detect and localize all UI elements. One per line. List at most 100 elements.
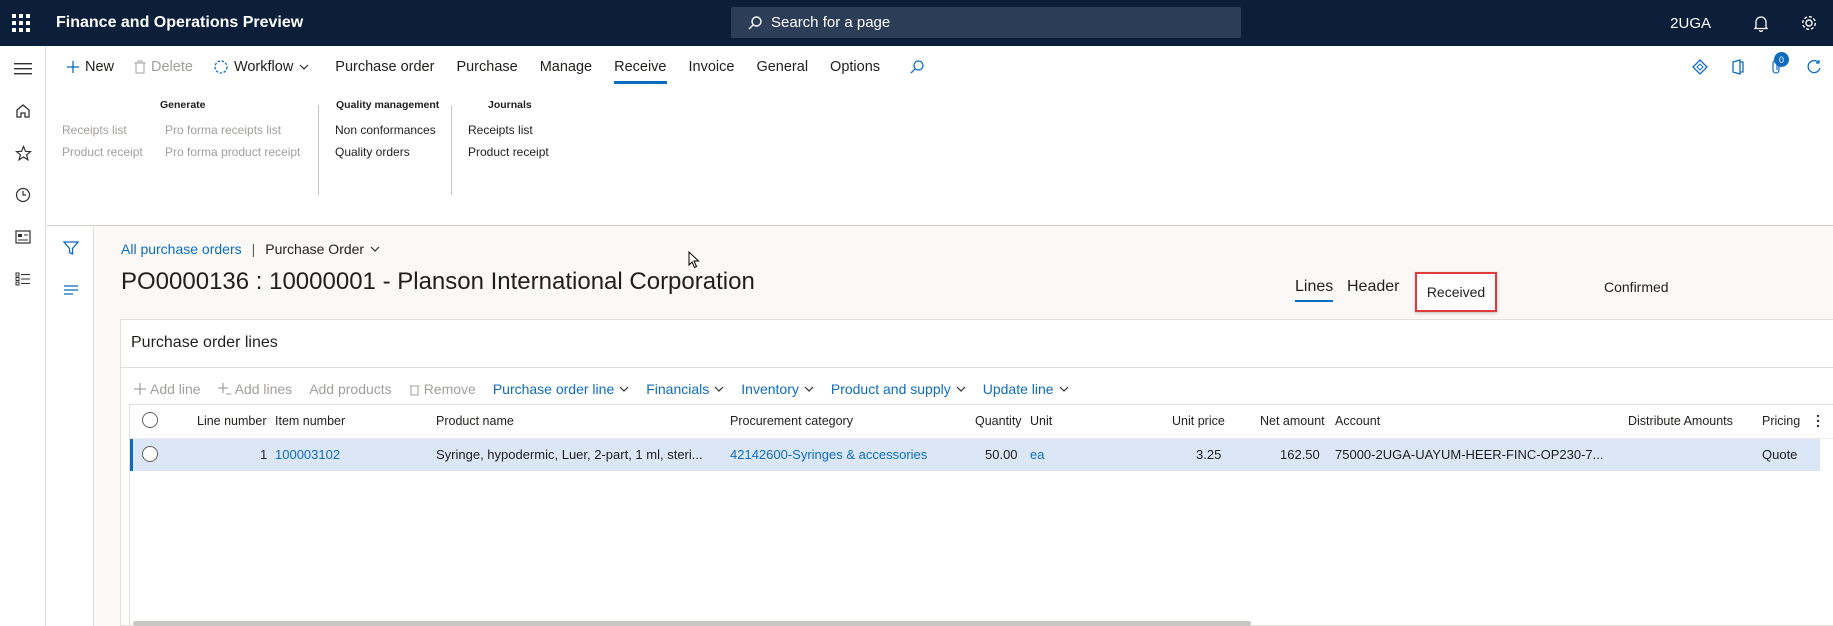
generate-receipts-list[interactable]: Receipts list [62,123,127,137]
add-line-button[interactable]: Add line [134,381,201,397]
workspaces-icon[interactable] [0,216,46,258]
cell-item-number[interactable]: 100003102 [275,447,340,462]
col-product-name[interactable]: Product name [436,414,514,428]
table-row[interactable]: 1 100003102 Syringe, hypodermic, Luer, 2… [130,439,1820,471]
inventory-menu[interactable]: Inventory [741,381,814,397]
tab-manage[interactable]: Manage [529,46,603,88]
grid-action-bar: Add line Add lines Add products Remove P… [121,372,1086,406]
tab-options[interactable]: Options [819,46,891,88]
horizontal-scrollbar[interactable] [133,621,1251,626]
attachments-count-badge: 0 [1774,52,1789,67]
tab-purchase-order[interactable]: Purchase order [324,46,445,88]
app-title[interactable]: Finance and Operations Preview [56,14,303,32]
new-label: New [85,59,115,75]
cell-net-amount: 162.50 [1280,447,1320,462]
breadcrumb-separator: | [251,241,256,257]
action-search-icon[interactable] [899,46,940,88]
add-lines-label: Add lines [234,381,293,397]
col-net-amount[interactable]: Net amount [1260,414,1325,428]
quality-orders[interactable]: Quality orders [335,145,410,159]
col-account[interactable]: Account [1335,414,1380,428]
chevron-down-icon [1059,386,1068,392]
financials-label: Financials [646,381,710,397]
cell-product-name: Syringe, hypodermic, Luer, 2-part, 1 ml,… [436,447,703,462]
diamond-icon[interactable] [1681,46,1719,88]
generate-pro-forma-receipts-list[interactable]: Pro forma receipts list [165,123,281,137]
breadcrumb-purchase-order-dropdown[interactable]: Purchase Order [265,241,380,257]
add-products-label: Add products [309,381,392,397]
purchase-order-line-label: Purchase order line [492,381,615,397]
tab-general[interactable]: General [745,46,819,88]
generate-pro-forma-product-receipt[interactable]: Pro forma product receipt [165,145,300,159]
col-unit[interactable]: Unit [1030,414,1052,428]
section-title[interactable]: Purchase order lines [131,334,278,352]
list-lines-icon[interactable] [47,269,94,311]
remove-button[interactable]: Remove [409,381,476,397]
workflow-icon [214,60,228,74]
more-options-icon[interactable] [1816,414,1820,431]
purchase-order-line-menu[interactable]: Purchase order line [493,381,629,397]
select-all-radio[interactable] [142,412,158,428]
cell-procurement-category[interactable]: 42142600-Syringes & accessories [730,447,927,462]
update-line-menu[interactable]: Update line [983,381,1069,397]
row-select-radio[interactable] [142,446,158,462]
page-title: PO0000136 : 10000001 - Planson Internati… [121,268,755,295]
col-line-number[interactable]: Line number [197,414,267,428]
modules-list-icon[interactable] [0,258,46,300]
quality-non-conformances[interactable]: Non conformances [335,123,436,137]
financials-menu[interactable]: Financials [646,381,724,397]
refresh-icon[interactable] [1795,46,1833,88]
filter-icon[interactable] [47,227,94,269]
view-tab-header[interactable]: Header [1347,278,1399,296]
workflow-label: Workflow [233,59,294,75]
product-and-supply-label: Product and supply [830,381,951,397]
delete-button[interactable]: Delete [124,46,203,88]
breadcrumb: All purchase orders | Purchase Order [121,241,380,257]
group-title-generate: Generate [160,99,206,111]
col-unit-price[interactable]: Unit price [1172,414,1225,428]
col-item-number[interactable]: Item number [275,414,345,428]
chevron-down-icon [956,386,966,392]
gear-icon[interactable] [1785,0,1833,46]
col-pricing[interactable]: Pricing [1762,414,1800,428]
office-icon[interactable] [1719,46,1757,88]
search-icon [748,15,762,29]
home-icon[interactable] [0,90,46,132]
col-procurement-category[interactable]: Procurement category [730,414,853,428]
add-lines-icon [217,382,231,394]
attachments-icon[interactable]: 0 [1757,46,1795,88]
breadcrumb-current-label: Purchase Order [265,241,365,257]
cell-unit[interactable]: ea [1030,447,1044,462]
chevron-down-icon [299,64,309,70]
chevron-down-icon [804,386,814,392]
app-launcher-icon[interactable] [0,0,42,46]
chevron-down-icon [714,386,724,392]
view-tab-lines[interactable]: Lines [1295,278,1334,302]
journals-product-receipt[interactable]: Product receipt [468,145,549,159]
add-products-button[interactable]: Add products [309,381,392,397]
tab-receive[interactable]: Receive [603,46,677,88]
add-lines-button[interactable]: Add lines [217,381,293,397]
mouse-cursor-icon [688,250,700,272]
bell-icon[interactable] [1737,0,1785,46]
tab-invoice[interactable]: Invoice [678,46,746,88]
recent-clock-icon[interactable] [0,174,46,216]
new-button[interactable]: New [56,46,124,88]
cell-quantity: 50.00 [985,447,1018,462]
col-quantity[interactable]: Quantity [975,414,1022,428]
navigation-rail [0,46,46,626]
tab-purchase[interactable]: Purchase [445,46,528,88]
breadcrumb-all-purchase-orders[interactable]: All purchase orders [121,241,242,257]
generate-product-receipt[interactable]: Product receipt [62,145,143,159]
journals-receipts-list[interactable]: Receipts list [468,123,533,137]
product-and-supply-menu[interactable]: Product and supply [831,381,966,397]
favorites-star-icon[interactable] [0,132,46,174]
hamburger-menu-icon[interactable] [0,48,46,90]
col-distribute-amounts[interactable]: Distribute Amounts [1628,414,1733,428]
company-selector[interactable]: 2UGA [1670,15,1711,32]
workflow-button[interactable]: Workflow [203,46,324,88]
grid-header-row: Line number Item number Product name Pro… [130,405,1833,439]
search-box[interactable]: Search for a page [731,7,1241,38]
trash-icon [134,60,146,74]
status-received-highlight: Received [1415,272,1497,312]
